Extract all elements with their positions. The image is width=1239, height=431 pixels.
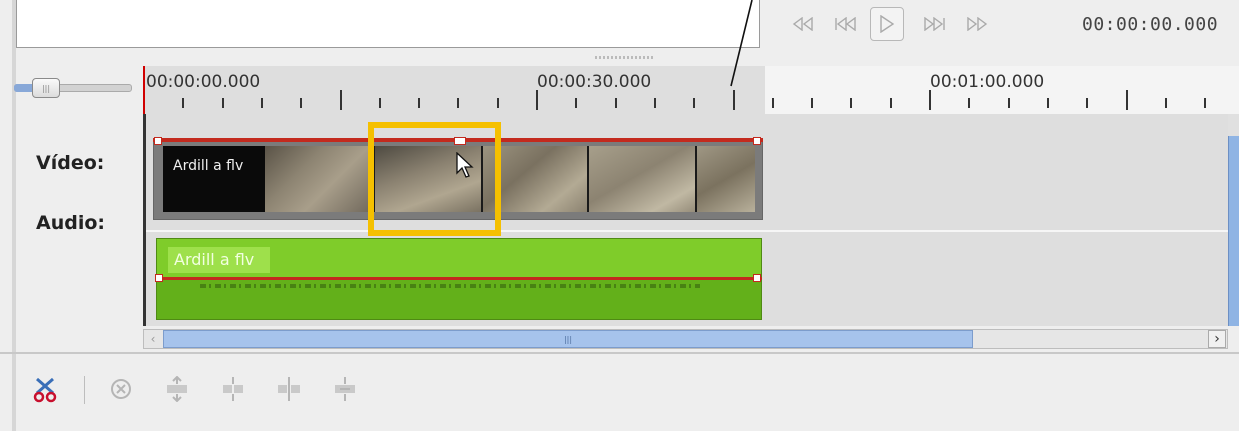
ruler-tick — [811, 98, 813, 108]
ruler-tick — [1047, 98, 1049, 108]
ruler-tick — [929, 90, 931, 110]
current-timecode: 00:00:00.000 — [1082, 14, 1219, 35]
delete-button[interactable] — [104, 372, 138, 406]
video-clip-keyframe[interactable] — [154, 137, 162, 145]
toolbar-separator — [0, 352, 1239, 354]
audio-clip-keyframe[interactable] — [753, 274, 761, 282]
align-icon — [167, 376, 187, 402]
vertical-scrollbar-up[interactable] — [1228, 114, 1239, 136]
video-clip-label: Ardill a flv — [173, 158, 244, 174]
ruler-tick — [890, 98, 892, 108]
audio-waveform — [200, 284, 700, 288]
video-clip-title-frame: Ardill a flv — [163, 146, 265, 212]
toolbar-divider — [84, 376, 85, 404]
zoom-slider-handle[interactable]: ||| — [32, 78, 60, 98]
video-track-label: Vídeo: — [36, 152, 105, 174]
ruler-tick — [693, 98, 695, 108]
audio-clip-volume-line[interactable] — [156, 277, 762, 280]
ruler-tick — [497, 98, 499, 108]
highlight-annotation — [368, 122, 501, 236]
ungroup-button[interactable] — [272, 372, 306, 406]
mouse-cursor-icon — [456, 152, 474, 178]
group-button[interactable] — [216, 372, 250, 406]
playhead[interactable] — [143, 66, 145, 114]
split-clip-icon — [33, 377, 57, 403]
skip-end-button[interactable] — [918, 7, 952, 41]
ruler-tick — [733, 90, 735, 110]
ruler-tick — [772, 98, 774, 108]
ruler-tick — [536, 90, 538, 110]
audio-clip-label-bg: Ardill a flv — [168, 247, 270, 273]
rewind-button[interactable] — [786, 7, 820, 41]
ruler-tick — [418, 98, 420, 108]
ruler-label-1m: 00:01:00.000 — [930, 72, 1045, 92]
ruler-tick — [379, 98, 381, 108]
video-thumbnail — [697, 146, 755, 212]
ruler-label-30s: 00:00:30.000 — [537, 72, 652, 92]
split-clip-button[interactable] — [28, 372, 62, 406]
link-icon — [335, 377, 355, 401]
skip-start-icon — [835, 17, 856, 31]
vertical-scrollbar[interactable] — [1228, 114, 1239, 326]
ruler-tick — [457, 98, 459, 108]
ruler-tick — [222, 98, 224, 108]
rewind-icon — [792, 17, 813, 31]
fast-forward-icon — [967, 17, 988, 31]
fast-forward-button[interactable] — [960, 7, 994, 41]
video-thumbnail — [265, 146, 375, 212]
audio-clip-label: Ardill a flv — [174, 250, 255, 269]
ruler-tick — [850, 98, 852, 108]
ruler-tick — [1126, 90, 1128, 110]
ruler-tick — [968, 98, 970, 108]
preview-panel — [16, 0, 760, 48]
transport-controls — [786, 6, 994, 42]
group-icon — [223, 377, 243, 401]
ruler-tick — [340, 90, 342, 110]
ruler-tick — [1165, 98, 1167, 108]
video-clip-keyframe[interactable] — [753, 137, 761, 145]
skip-start-button[interactable] — [828, 7, 862, 41]
align-button[interactable] — [160, 372, 194, 406]
link-button[interactable] — [328, 372, 362, 406]
lane-separator — [143, 230, 1228, 232]
audio-track-label: Audio: — [36, 212, 105, 234]
ruler-tick — [615, 98, 617, 108]
timeline-start-line — [143, 114, 146, 326]
pane-resize-grip[interactable] — [595, 56, 655, 59]
ruler-tick — [575, 98, 577, 108]
video-thumbnail — [589, 146, 697, 212]
play-icon — [880, 15, 895, 33]
ruler-tick — [1204, 98, 1206, 108]
scroll-left-icon[interactable]: ‹ — [144, 330, 162, 348]
delete-icon — [111, 379, 131, 399]
ruler-tick — [261, 98, 263, 108]
skip-end-icon — [924, 17, 945, 31]
ruler-tick — [654, 98, 656, 108]
ruler-label-0: 00:00:00.000 — [146, 72, 261, 92]
ruler-tick — [1008, 98, 1010, 108]
play-button[interactable] — [870, 7, 904, 41]
scroll-right-icon[interactable]: › — [1208, 330, 1226, 348]
left-edge-divider — [12, 0, 16, 431]
ruler-tick — [300, 98, 302, 108]
ruler-tick — [1086, 98, 1088, 108]
ungroup-icon — [278, 377, 300, 401]
horizontal-scrollbar-thumb[interactable]: ||| — [163, 330, 973, 348]
audio-clip-keyframe[interactable] — [155, 274, 163, 282]
ruler-tick — [182, 98, 184, 108]
